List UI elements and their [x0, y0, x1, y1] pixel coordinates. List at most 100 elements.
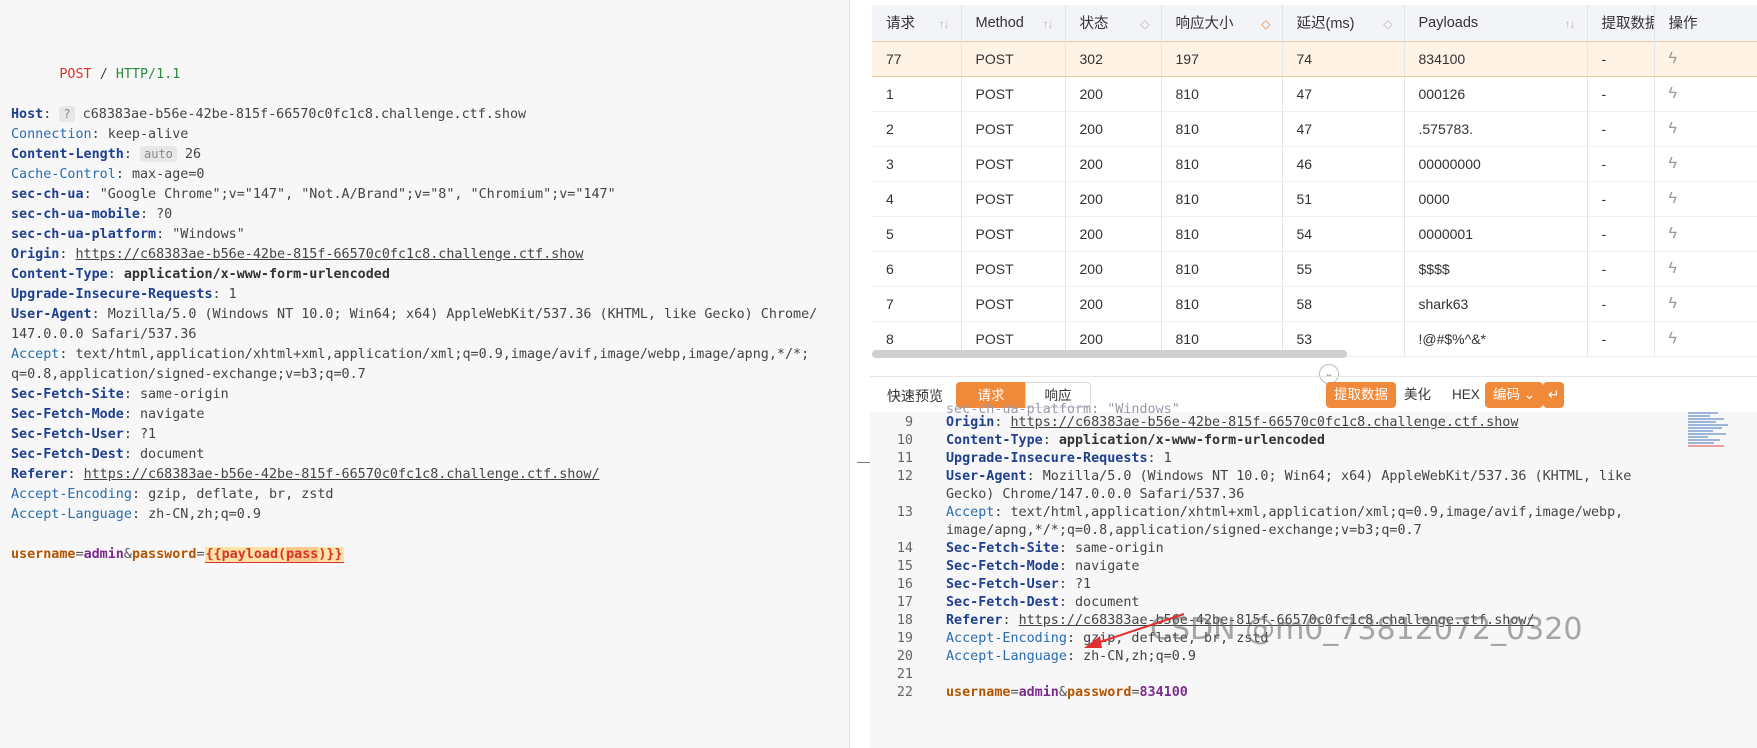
- header-key: User-Agent: [11, 307, 92, 322]
- header-value[interactable]: https://c68383ae-b56e-42be-815f-66570c0f…: [76, 247, 584, 262]
- placeholder-close: )}}: [318, 547, 343, 562]
- lightning-icon[interactable]: ϟ: [1669, 330, 1677, 347]
- return-icon[interactable]: ↵: [1543, 382, 1565, 408]
- cell-size: 810: [1161, 76, 1283, 112]
- request-header-line: Referer: https://c68383ae-b56e-42be-815f…: [11, 465, 817, 485]
- header-key: Accept: [11, 347, 60, 362]
- request-header-line: Sec-Fetch-Site: same-origin: [11, 385, 817, 405]
- header-key: Accept-Encoding: [946, 631, 1067, 646]
- header-value: Mozilla/5.0 (Windows NT 10.0; Win64; x64…: [107, 307, 818, 322]
- header-key: Content-Type: [946, 433, 1043, 448]
- lightning-icon[interactable]: ϟ: [1669, 260, 1677, 277]
- extract-data-button[interactable]: 提取数据: [1326, 382, 1396, 408]
- header-value: c68383ae-b56e-42be-815f-66570c0fc1c8.cha…: [82, 107, 527, 122]
- header-value: text/html,application/xhtml+xml,applicat…: [1010, 505, 1624, 520]
- cell-actions: ϟ: [1654, 111, 1757, 147]
- cell-payload: 0000: [1404, 181, 1588, 217]
- table-row[interactable]: 77 POST 302 197 74 834100- ϟ: [872, 40, 1757, 77]
- line-number: 19: [896, 631, 913, 646]
- placeholder-fn: payload(: [221, 547, 287, 562]
- body-eq: =: [196, 547, 205, 562]
- sort-icon[interactable]: ◇: [1383, 17, 1392, 31]
- col-payloads[interactable]: Payloads ↑↓: [1404, 5, 1588, 41]
- cell-method: POST: [961, 40, 1066, 77]
- body-key: password: [1066, 685, 1132, 700]
- beautify-button[interactable]: 美化: [1396, 382, 1439, 408]
- table-row[interactable]: 7 POST 200 810 58 shark63- ϟ: [872, 286, 1757, 322]
- col-request[interactable]: 请求 ↑↓: [872, 5, 962, 41]
- line-text: image/apng,*/*;q=0.8,application/signed-…: [946, 521, 1422, 541]
- header-value: image/apng,*/*;q=0.8,application/signed-…: [946, 523, 1422, 538]
- col-method[interactable]: Method ↑↓: [961, 5, 1066, 41]
- lightning-icon[interactable]: ϟ: [1669, 50, 1677, 67]
- code-minimap[interactable]: [1688, 412, 1730, 460]
- cell-payload: 00000000: [1404, 146, 1588, 182]
- sort-icon[interactable]: ↑↓: [1043, 17, 1054, 31]
- line-text: Accept-Language: zh-CN,zh;q=0.9: [946, 647, 1196, 667]
- payload-placeholder[interactable]: {{payload(pass)}}: [204, 547, 344, 563]
- header-key: Accept: [946, 505, 995, 520]
- col-status[interactable]: 状态 ◇: [1065, 5, 1162, 41]
- header-key: Origin: [946, 415, 995, 430]
- request-header-line: Accept-Encoding: gzip, deflate, br, zstd: [11, 485, 817, 505]
- cell-id: 3: [872, 146, 962, 182]
- hex-button[interactable]: HEX: [1444, 382, 1488, 408]
- cell-status: 200: [1065, 146, 1162, 182]
- table-row[interactable]: 3 POST 200 810 46 00000000- ϟ: [872, 146, 1757, 182]
- header-sep: :: [1058, 559, 1067, 574]
- table-row[interactable]: 6 POST 200 810 55 $$$$ - ϟ: [872, 251, 1757, 287]
- header-value: navigate: [1075, 559, 1140, 574]
- cell-id: 7: [872, 286, 962, 322]
- col-actions-label: 操作: [1668, 16, 1698, 33]
- header-sep: :: [91, 307, 100, 322]
- table-row[interactable]: 4 POST 200 810 51 0000- ϟ: [872, 181, 1757, 217]
- cell-status: 200: [1065, 216, 1162, 252]
- lightning-icon[interactable]: ϟ: [1669, 190, 1677, 207]
- table-row[interactable]: 2 POST 200 810 47.575783. - ϟ: [872, 111, 1757, 147]
- header-badge[interactable]: auto: [140, 146, 177, 162]
- lightning-icon[interactable]: ϟ: [1669, 85, 1677, 102]
- request-header-line: Cache-Control: max-age=0: [11, 165, 817, 185]
- encode-dropdown-button[interactable]: 编码 ⌄: [1485, 382, 1544, 408]
- header-sep: :: [1058, 595, 1067, 610]
- cell-method: POST: [961, 181, 1066, 217]
- sort-icon[interactable]: ◇: [1261, 17, 1270, 31]
- header-sep: :: [43, 107, 52, 122]
- body-amp: &: [1058, 685, 1067, 700]
- header-sep: :: [115, 167, 124, 182]
- request-editor-text[interactable]: POST / HTTP/1.1 Host: ? c68383ae-b56e-42…: [11, 5, 817, 565]
- sort-icon[interactable]: ↑↓: [1565, 17, 1576, 31]
- cell-extract: -: [1587, 216, 1655, 252]
- cell-status: 200: [1065, 251, 1162, 287]
- col-latency[interactable]: 延迟(ms) ◇: [1282, 5, 1405, 41]
- header-value[interactable]: https://c68383ae-b56e-42be-815f-66570c0f…: [84, 467, 600, 482]
- horizontal-scrollbar[interactable]: [872, 350, 1347, 358]
- header-value: 147.0.0.0 Safari/537.36: [11, 327, 197, 342]
- response-code-view[interactable]: sec-ch-ua-platform: "Windows" 9 Origin: h…: [870, 402, 1757, 748]
- header-sep: :: [1147, 451, 1156, 466]
- line-number: 9: [904, 415, 913, 430]
- header-value: ?0: [156, 207, 173, 222]
- pane-splitter[interactable]: [853, 0, 873, 748]
- sort-icon[interactable]: ◇: [1140, 17, 1149, 31]
- table-row[interactable]: 5 POST 200 810 54 0000001- ϟ: [872, 216, 1757, 252]
- request-path: /: [99, 67, 108, 82]
- header-value: zh-CN,zh;q=0.9: [148, 507, 261, 522]
- cell-id: 4: [872, 181, 962, 217]
- lightning-icon[interactable]: ϟ: [1669, 120, 1677, 137]
- col-size[interactable]: 响应大小 ◇: [1161, 5, 1283, 41]
- request-editor[interactable]: POST / HTTP/1.1 Host: ? c68383ae-b56e-42…: [0, 0, 850, 748]
- col-extract[interactable]: 提取数据: [1587, 5, 1655, 41]
- lightning-icon[interactable]: ϟ: [1669, 295, 1677, 312]
- cell-method: POST: [961, 251, 1066, 287]
- lightning-icon[interactable]: ϟ: [1669, 225, 1677, 242]
- header-key: Upgrade-Insecure-Requests: [11, 287, 213, 302]
- cell-actions: ϟ: [1654, 286, 1757, 322]
- lightning-icon[interactable]: ϟ: [1669, 155, 1677, 172]
- table-row[interactable]: 1 POST 200 810 47 000126- ϟ: [872, 76, 1757, 112]
- line-number: 16: [896, 577, 913, 592]
- header-badge[interactable]: ?: [59, 106, 75, 122]
- sort-icon[interactable]: ↑↓: [939, 17, 950, 31]
- cell-extract: -: [1587, 251, 1655, 287]
- line-text: Upgrade-Insecure-Requests: 1: [946, 449, 1172, 469]
